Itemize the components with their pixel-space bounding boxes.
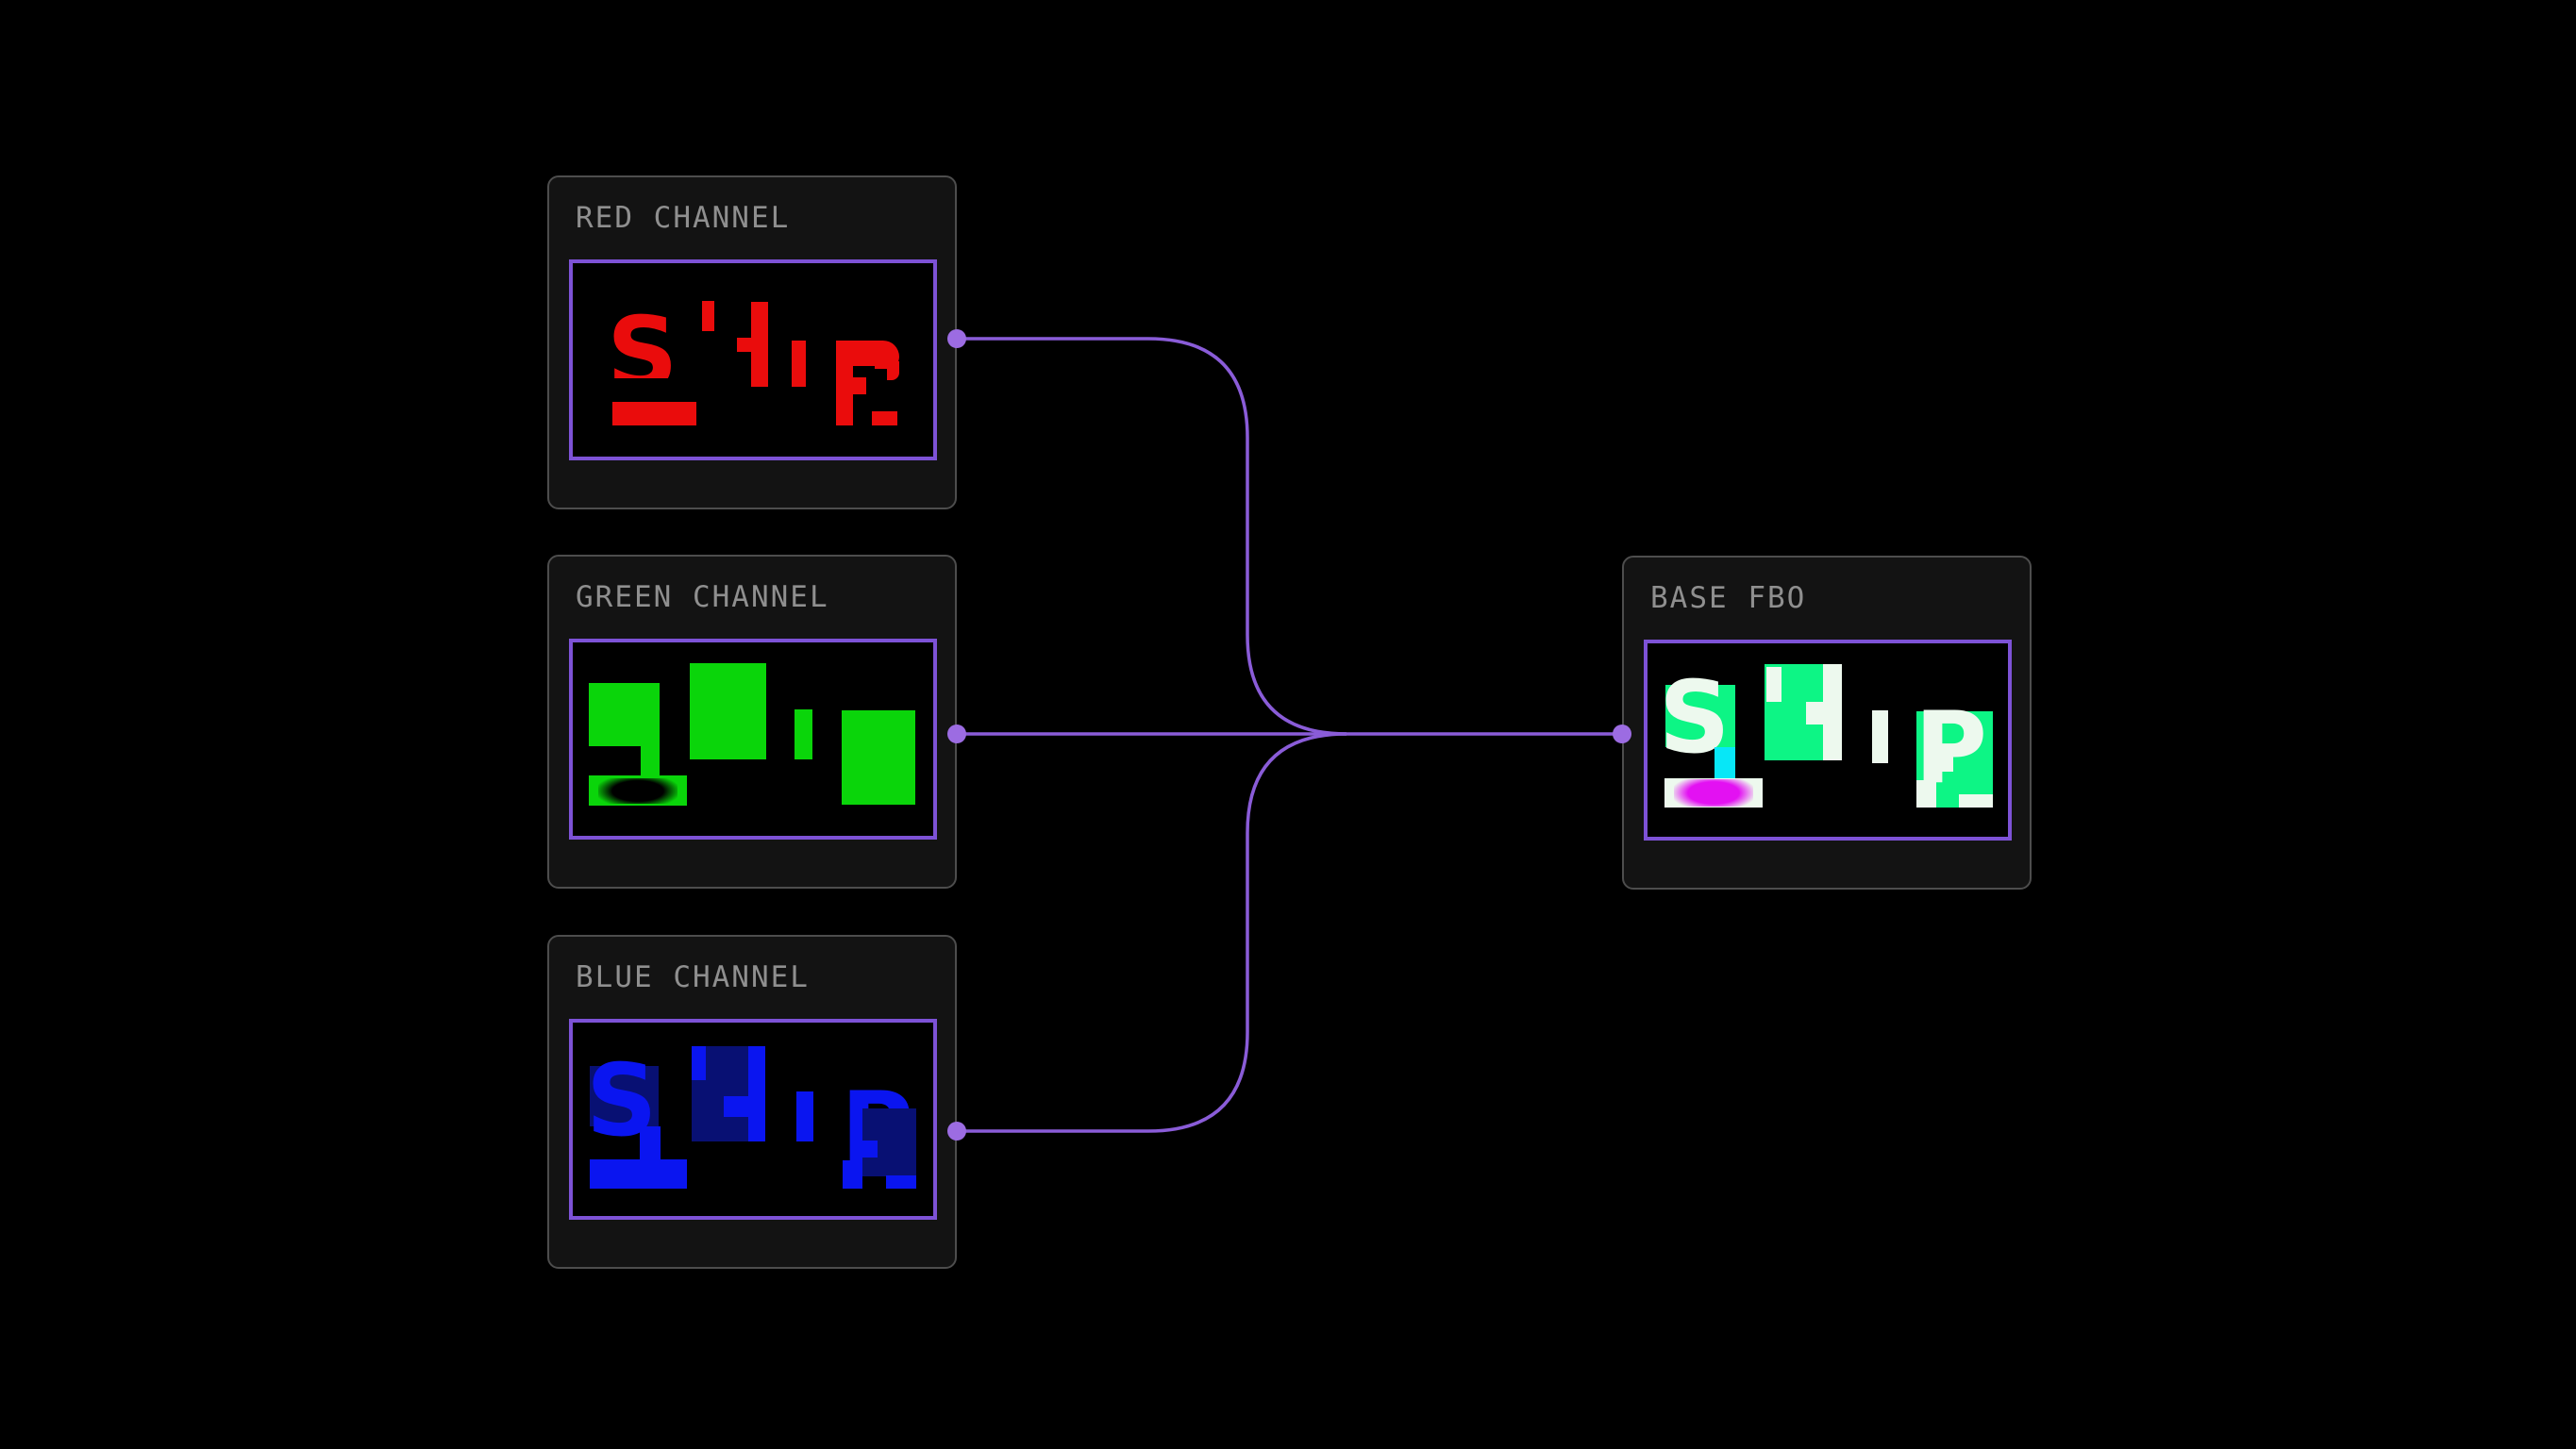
node-graph-canvas[interactable]: RED CHANNEL S GREEN CHANNEL BLUE CHANNEL… — [0, 0, 2576, 1449]
output-port-blue[interactable] — [947, 1122, 966, 1141]
input-port-base[interactable] — [1613, 724, 1631, 743]
port-layer — [0, 0, 2576, 1449]
output-port-red[interactable] — [947, 329, 966, 348]
output-port-green[interactable] — [947, 724, 966, 743]
